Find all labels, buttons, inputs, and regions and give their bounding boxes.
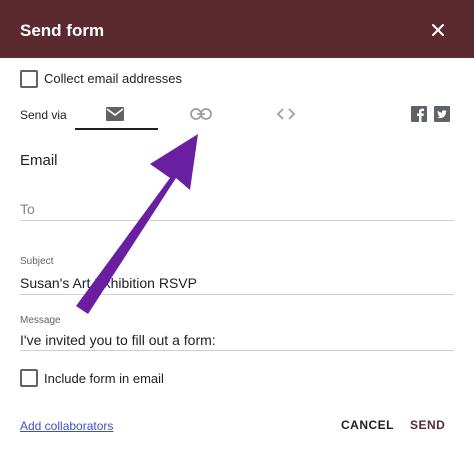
message-field-underline: [20, 350, 454, 351]
twitter-icon[interactable]: [434, 106, 450, 122]
collect-email-label: Collect email addresses: [44, 71, 183, 86]
annotation-arrow: [76, 134, 198, 314]
subject-label: Subject: [20, 256, 54, 267]
close-icon[interactable]: [428, 20, 448, 40]
collect-email-checkbox[interactable]: [20, 70, 38, 88]
send-button[interactable]: SEND: [410, 418, 445, 432]
send-form-dialog: Send form Collect email addresses Send v…: [0, 0, 474, 457]
subject-field-underline: [20, 294, 454, 295]
dialog-header: Send form: [0, 0, 474, 58]
active-tab-indicator: [75, 128, 158, 130]
cancel-button[interactable]: CANCEL: [341, 418, 394, 432]
add-collaborators-link[interactable]: Add collaborators: [20, 419, 113, 433]
send-via-label: Send via: [20, 108, 67, 122]
message-field[interactable]: I've invited you to fill out a form:: [20, 332, 216, 348]
message-label: Message: [20, 315, 61, 326]
include-form-label: Include form in email: [44, 371, 164, 386]
subject-field[interactable]: Susan's Art Exhibition RSVP: [20, 275, 197, 291]
to-field-underline: [20, 220, 454, 221]
facebook-icon[interactable]: [411, 106, 427, 122]
email-section-title: Email: [20, 152, 58, 169]
embed-icon[interactable]: [276, 106, 296, 127]
include-form-checkbox[interactable]: [20, 369, 38, 387]
email-icon[interactable]: [105, 106, 125, 127]
link-icon[interactable]: [190, 107, 212, 126]
to-field[interactable]: To: [20, 201, 35, 217]
dialog-title: Send form: [20, 21, 105, 40]
